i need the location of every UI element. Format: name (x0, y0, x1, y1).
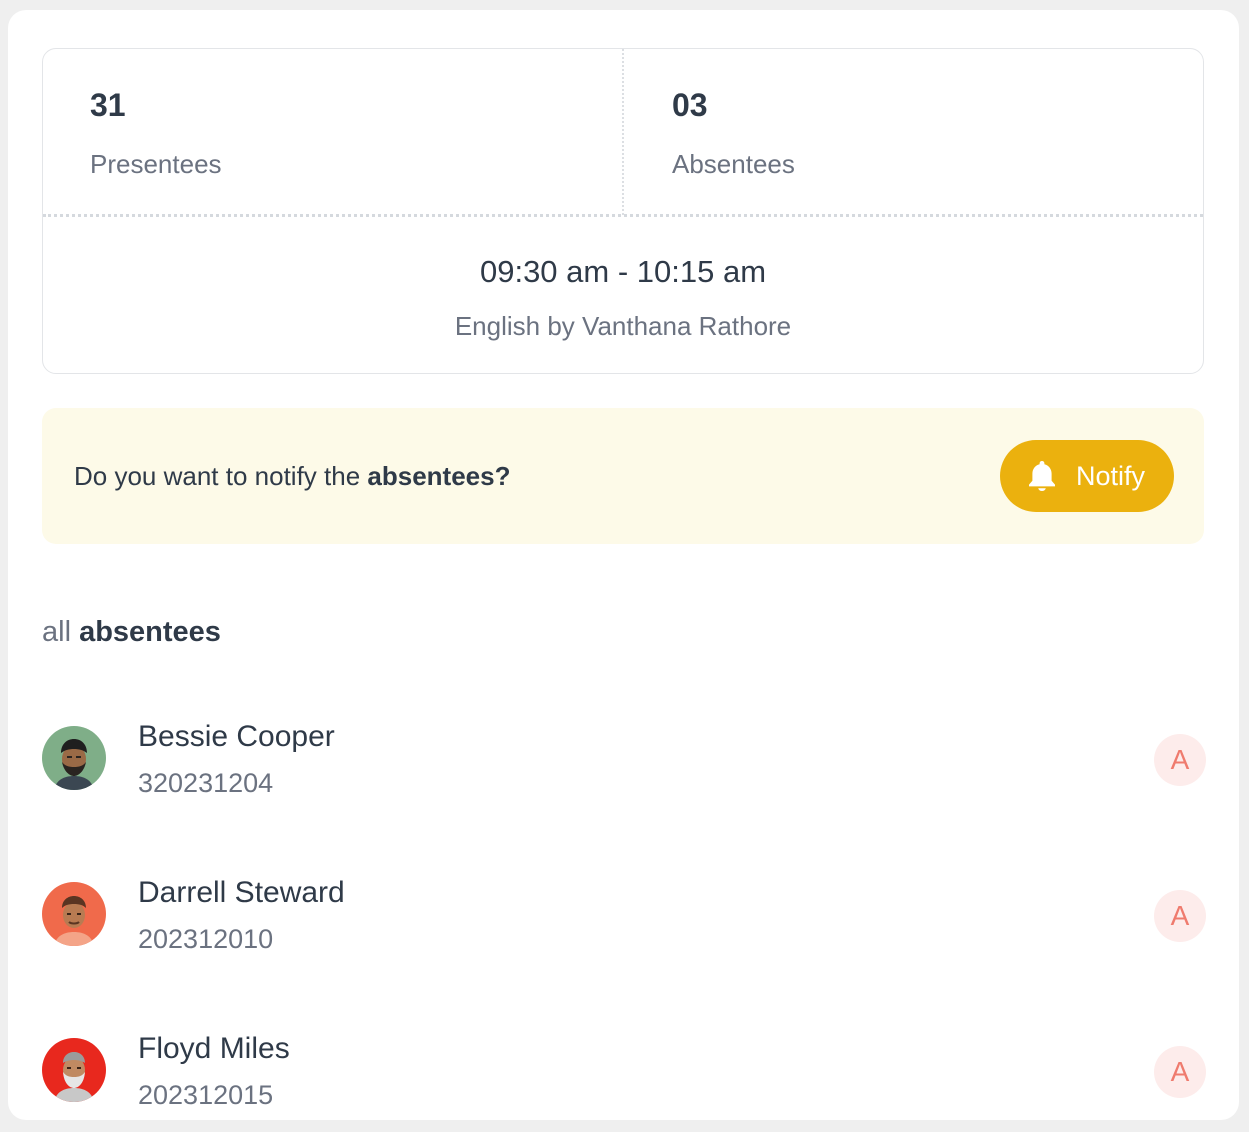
session-time: 09:30 am - 10:15 am (479, 254, 767, 289)
bell-icon (1029, 461, 1055, 491)
notify-prompt-prefix: Do you want to notify the (74, 461, 368, 491)
absentees-count: 03 (672, 87, 708, 123)
avatar (42, 726, 106, 790)
list-item[interactable]: Darrell Steward 202312010 A (42, 876, 1206, 982)
absent-status-badge[interactable]: A (1154, 1046, 1206, 1098)
absentees-section-title: all absentees (42, 616, 221, 649)
list-item[interactable]: Bessie Cooper 320231204 A (42, 720, 1206, 826)
notify-prompt-bold: absentees? (367, 461, 511, 491)
absentees-label: Absentees (672, 149, 795, 179)
section-title-bold: absentees (79, 616, 221, 648)
notify-banner: Do you want to notify the absentees? Not… (42, 408, 1204, 544)
session-subject: English by Vanthana Rathore (454, 311, 792, 341)
student-id: 320231204 (138, 768, 274, 798)
student-id: 202312015 (138, 1080, 274, 1110)
notify-button-label: Notify (1076, 461, 1146, 491)
student-id: 202312010 (138, 924, 274, 954)
absent-status-badge[interactable]: A (1154, 890, 1206, 942)
notify-prompt: Do you want to notify the absentees? (74, 461, 510, 492)
presentees-stat: 31 Presentees (43, 49, 624, 215)
absentees-stat: 03 Absentees (624, 49, 1203, 215)
presentees-label: Presentees (90, 149, 222, 179)
list-item[interactable]: Floyd Miles 202312015 A (42, 1032, 1206, 1120)
student-name: Darrell Steward (138, 876, 345, 909)
absent-status-badge[interactable]: A (1154, 734, 1206, 786)
presentees-count: 31 (90, 87, 126, 123)
attendance-summary-card: 31 Presentees 03 Absentees 09:30 am - 10… (42, 48, 1204, 374)
student-name: Bessie Cooper (138, 720, 335, 753)
student-name: Floyd Miles (138, 1032, 290, 1065)
notify-button[interactable]: Notify (1000, 440, 1174, 512)
dotted-divider (43, 214, 1203, 217)
avatar (42, 1038, 106, 1102)
attendance-panel: 31 Presentees 03 Absentees 09:30 am - 10… (8, 10, 1239, 1120)
avatar (42, 882, 106, 946)
stats-row: 31 Presentees 03 Absentees (43, 49, 1203, 215)
section-title-prefix: all (42, 616, 72, 648)
